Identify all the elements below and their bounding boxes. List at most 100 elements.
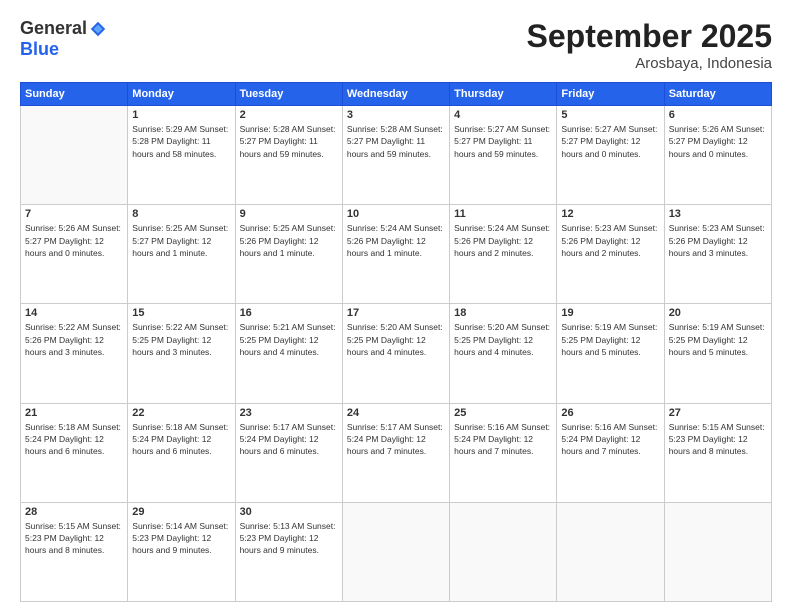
week-row-1: 1 Sunrise: 5:29 AM Sunset: 5:28 PM Daylig… (21, 106, 772, 205)
day-number: 4 (454, 109, 552, 121)
logo-general: General (20, 18, 87, 39)
day-number: 15 (132, 307, 230, 319)
day-number: 19 (561, 307, 659, 319)
day-cell (342, 502, 449, 601)
day-info: Sunrise: 5:14 AM Sunset: 5:23 PM Dayligh… (132, 520, 230, 557)
day-info: Sunrise: 5:19 AM Sunset: 5:25 PM Dayligh… (561, 321, 659, 358)
day-cell: 27 Sunrise: 5:15 AM Sunset: 5:23 PM Dayli… (664, 403, 771, 502)
day-number: 22 (132, 407, 230, 419)
day-number: 21 (25, 407, 123, 419)
title-block: September 2025 Arosbaya, Indonesia (527, 18, 772, 72)
logo: General Blue (20, 18, 107, 60)
day-info: Sunrise: 5:24 AM Sunset: 5:26 PM Dayligh… (454, 222, 552, 259)
day-cell: 11 Sunrise: 5:24 AM Sunset: 5:26 PM Dayli… (450, 205, 557, 304)
day-number: 14 (25, 307, 123, 319)
day-info: Sunrise: 5:27 AM Sunset: 5:27 PM Dayligh… (561, 123, 659, 160)
day-cell: 23 Sunrise: 5:17 AM Sunset: 5:24 PM Dayli… (235, 403, 342, 502)
header-saturday: Saturday (664, 83, 771, 106)
day-cell: 24 Sunrise: 5:17 AM Sunset: 5:24 PM Dayli… (342, 403, 449, 502)
day-info: Sunrise: 5:23 AM Sunset: 5:26 PM Dayligh… (669, 222, 767, 259)
day-cell: 12 Sunrise: 5:23 AM Sunset: 5:26 PM Dayli… (557, 205, 664, 304)
day-cell: 29Sunrise: 5:14 AM Sunset: 5:23 PM Dayli… (128, 502, 235, 601)
day-info: Sunrise: 5:24 AM Sunset: 5:26 PM Dayligh… (347, 222, 445, 259)
day-info: Sunrise: 5:17 AM Sunset: 5:24 PM Dayligh… (347, 421, 445, 458)
day-cell (664, 502, 771, 601)
day-number: 30 (240, 506, 338, 518)
day-cell: 19 Sunrise: 5:19 AM Sunset: 5:25 PM Dayli… (557, 304, 664, 403)
day-cell: 20Sunrise: 5:19 AM Sunset: 5:25 PM Dayli… (664, 304, 771, 403)
day-number: 28 (25, 506, 123, 518)
day-number: 24 (347, 407, 445, 419)
day-number: 12 (561, 208, 659, 220)
day-cell (450, 502, 557, 601)
day-number: 6 (669, 109, 767, 121)
day-cell: 15 Sunrise: 5:22 AM Sunset: 5:25 PM Dayli… (128, 304, 235, 403)
day-cell: 2Sunrise: 5:28 AM Sunset: 5:27 PM Daylig… (235, 106, 342, 205)
day-cell: 1 Sunrise: 5:29 AM Sunset: 5:28 PM Daylig… (128, 106, 235, 205)
day-info: Sunrise: 5:20 AM Sunset: 5:25 PM Dayligh… (454, 321, 552, 358)
day-cell: 26Sunrise: 5:16 AM Sunset: 5:24 PM Dayli… (557, 403, 664, 502)
day-number: 1 (132, 109, 230, 121)
day-number: 5 (561, 109, 659, 121)
day-info: Sunrise: 5:20 AM Sunset: 5:25 PM Dayligh… (347, 321, 445, 358)
header-monday: Monday (128, 83, 235, 106)
day-info: Sunrise: 5:29 AM Sunset: 5:28 PM Dayligh… (132, 123, 230, 160)
day-cell: 5 Sunrise: 5:27 AM Sunset: 5:27 PM Daylig… (557, 106, 664, 205)
day-number: 18 (454, 307, 552, 319)
day-number: 3 (347, 109, 445, 121)
day-number: 25 (454, 407, 552, 419)
day-info: Sunrise: 5:23 AM Sunset: 5:26 PM Dayligh… (561, 222, 659, 259)
day-info: Sunrise: 5:22 AM Sunset: 5:26 PM Dayligh… (25, 321, 123, 358)
day-cell: 10Sunrise: 5:24 AM Sunset: 5:26 PM Dayli… (342, 205, 449, 304)
day-number: 7 (25, 208, 123, 220)
day-info: Sunrise: 5:26 AM Sunset: 5:27 PM Dayligh… (669, 123, 767, 160)
location: Arosbaya, Indonesia (527, 55, 772, 72)
day-number: 26 (561, 407, 659, 419)
week-row-4: 21 Sunrise: 5:18 AM Sunset: 5:24 PM Dayli… (21, 403, 772, 502)
day-cell: 9Sunrise: 5:25 AM Sunset: 5:26 PM Daylig… (235, 205, 342, 304)
day-number: 13 (669, 208, 767, 220)
day-info: Sunrise: 5:27 AM Sunset: 5:27 PM Dayligh… (454, 123, 552, 160)
day-cell: 25Sunrise: 5:16 AM Sunset: 5:24 PM Dayli… (450, 403, 557, 502)
week-row-3: 14 Sunrise: 5:22 AM Sunset: 5:26 PM Dayli… (21, 304, 772, 403)
day-info: Sunrise: 5:13 AM Sunset: 5:23 PM Dayligh… (240, 520, 338, 557)
day-info: Sunrise: 5:21 AM Sunset: 5:25 PM Dayligh… (240, 321, 338, 358)
day-info: Sunrise: 5:28 AM Sunset: 5:27 PM Dayligh… (347, 123, 445, 160)
day-info: Sunrise: 5:15 AM Sunset: 5:23 PM Dayligh… (25, 520, 123, 557)
header: General Blue September 2025 Arosbaya, In… (20, 18, 772, 72)
day-info: Sunrise: 5:25 AM Sunset: 5:26 PM Dayligh… (240, 222, 338, 259)
weekday-header-row: Sunday Monday Tuesday Wednesday Thursday… (21, 83, 772, 106)
day-info: Sunrise: 5:26 AM Sunset: 5:27 PM Dayligh… (25, 222, 123, 259)
day-info: Sunrise: 5:18 AM Sunset: 5:24 PM Dayligh… (132, 421, 230, 458)
page: General Blue September 2025 Arosbaya, In… (0, 0, 792, 612)
day-number: 16 (240, 307, 338, 319)
day-number: 20 (669, 307, 767, 319)
day-info: Sunrise: 5:22 AM Sunset: 5:25 PM Dayligh… (132, 321, 230, 358)
logo-icon (89, 20, 107, 38)
day-cell: 7 Sunrise: 5:26 AM Sunset: 5:27 PM Daylig… (21, 205, 128, 304)
calendar: Sunday Monday Tuesday Wednesday Thursday… (20, 82, 772, 602)
day-number: 23 (240, 407, 338, 419)
day-number: 11 (454, 208, 552, 220)
day-cell: 14 Sunrise: 5:22 AM Sunset: 5:26 PM Dayli… (21, 304, 128, 403)
header-thursday: Thursday (450, 83, 557, 106)
day-cell: 22 Sunrise: 5:18 AM Sunset: 5:24 PM Dayli… (128, 403, 235, 502)
header-friday: Friday (557, 83, 664, 106)
day-cell: 28 Sunrise: 5:15 AM Sunset: 5:23 PM Dayli… (21, 502, 128, 601)
day-cell: 3 Sunrise: 5:28 AM Sunset: 5:27 PM Daylig… (342, 106, 449, 205)
day-cell: 8Sunrise: 5:25 AM Sunset: 5:27 PM Daylig… (128, 205, 235, 304)
day-info: Sunrise: 5:15 AM Sunset: 5:23 PM Dayligh… (669, 421, 767, 458)
logo-blue: Blue (20, 39, 59, 60)
week-row-5: 28 Sunrise: 5:15 AM Sunset: 5:23 PM Dayli… (21, 502, 772, 601)
header-tuesday: Tuesday (235, 83, 342, 106)
day-info: Sunrise: 5:28 AM Sunset: 5:27 PM Dayligh… (240, 123, 338, 160)
day-info: Sunrise: 5:18 AM Sunset: 5:24 PM Dayligh… (25, 421, 123, 458)
day-cell (557, 502, 664, 601)
day-number: 27 (669, 407, 767, 419)
header-sunday: Sunday (21, 83, 128, 106)
calendar-body: 1 Sunrise: 5:29 AM Sunset: 5:28 PM Daylig… (21, 106, 772, 602)
day-number: 8 (132, 208, 230, 220)
day-cell: 4 Sunrise: 5:27 AM Sunset: 5:27 PM Daylig… (450, 106, 557, 205)
day-info: Sunrise: 5:17 AM Sunset: 5:24 PM Dayligh… (240, 421, 338, 458)
header-wednesday: Wednesday (342, 83, 449, 106)
